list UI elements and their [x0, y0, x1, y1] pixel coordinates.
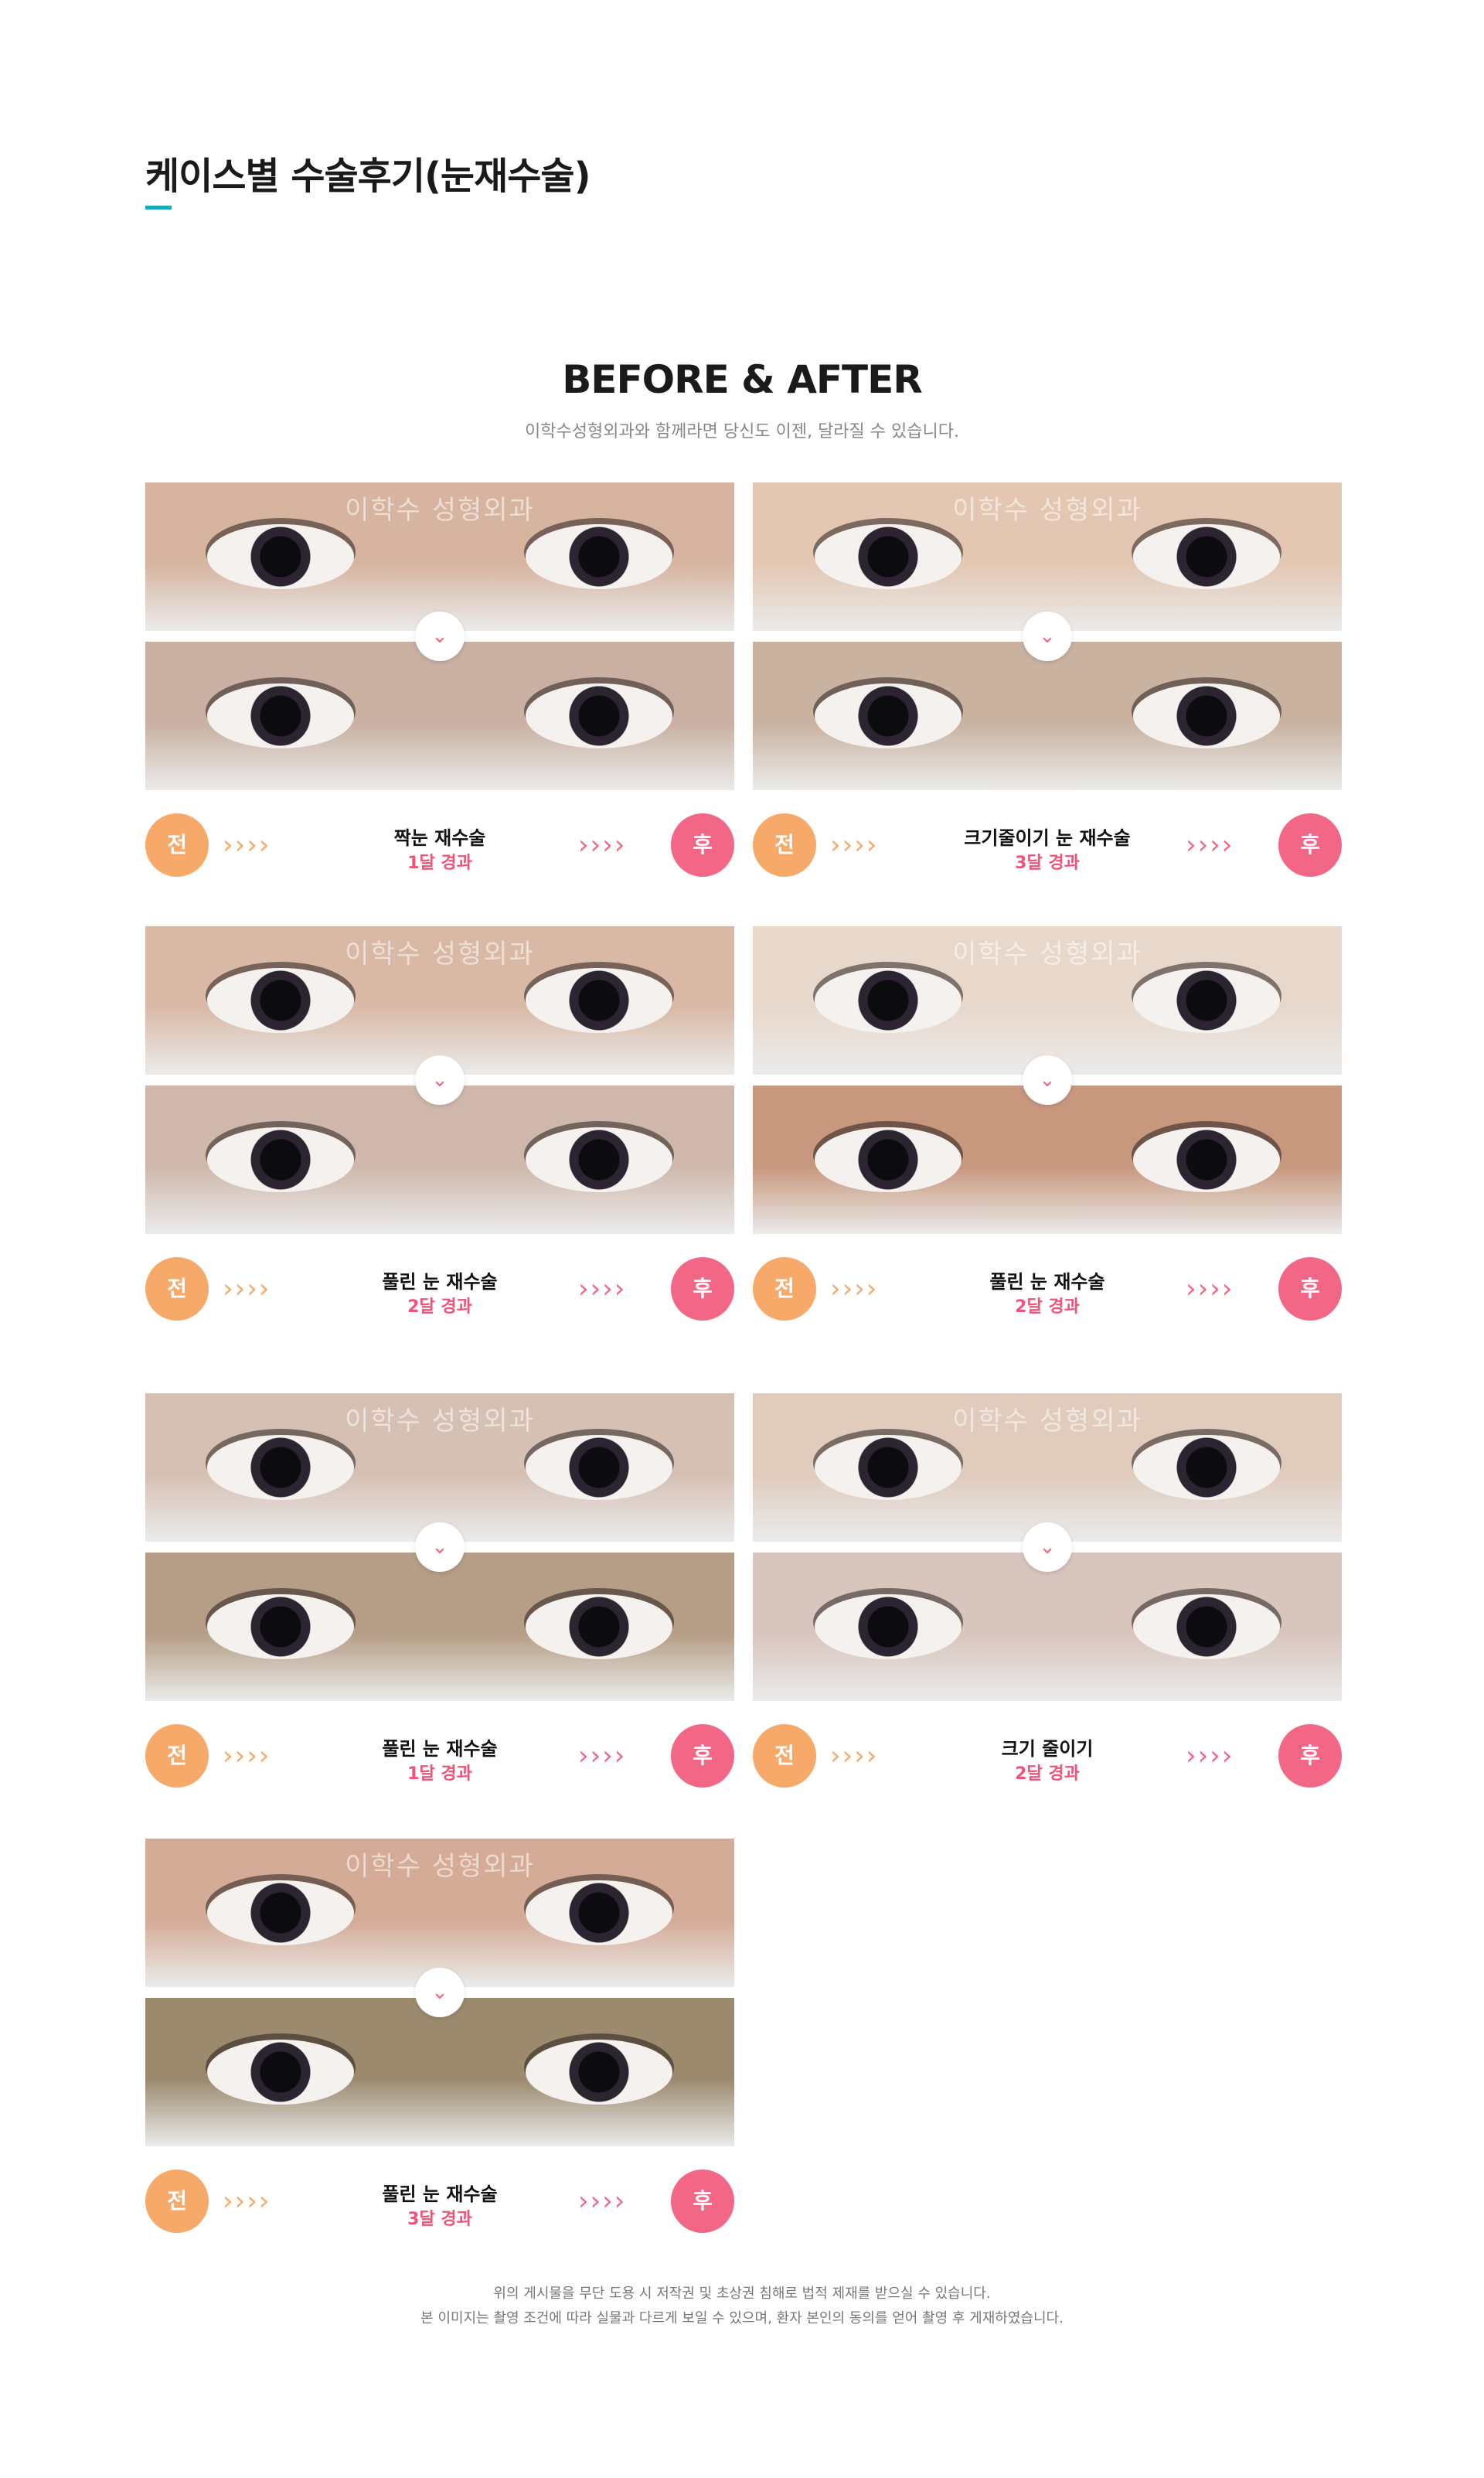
section-heading: BEFORE & AFTER	[562, 357, 923, 402]
right-eye	[526, 1435, 672, 1500]
after-photo	[145, 642, 734, 790]
watermark: 이학수 성형외과	[345, 939, 535, 970]
right-eye	[526, 1880, 672, 1945]
right-eye	[526, 1127, 672, 1192]
right-eye	[526, 683, 672, 748]
after-badge: 후	[1278, 1724, 1342, 1788]
chevron-down-icon: ⌄	[415, 1968, 465, 2017]
case-period: 2달 경과	[1015, 1297, 1080, 1317]
page-title: 케이스별 수술후기(눈재수술)	[145, 155, 591, 198]
case-card: 이학수 성형외과 ⌄ 전 ›››› 풀린 눈 재수술 2달 경과 ›››› 후	[145, 926, 734, 1330]
after-badge: 후	[1278, 1257, 1342, 1321]
right-eye	[526, 1594, 672, 1659]
case-card: 이학수 성형외과 ⌄ 전 ›››› 크기줄이기 눈 재수술 3달 경과 ›››› 후	[753, 482, 1342, 886]
left-eye	[815, 1594, 962, 1659]
left-eye	[207, 683, 354, 748]
watermark: 이학수 성형외과	[952, 1406, 1142, 1437]
right-eye	[1133, 683, 1280, 748]
left-eye	[815, 968, 962, 1033]
chevron-down-icon: ⌄	[415, 612, 465, 661]
chevron-down-icon: ⌄	[1023, 612, 1072, 661]
right-eye	[526, 968, 672, 1033]
case-period: 3달 경과	[1015, 854, 1080, 873]
after-badge: 후	[671, 1724, 734, 1788]
case-card: 이학수 성형외과 ⌄ 전 ›››› 크기 줄이기 2달 경과 ›››› 후	[753, 1393, 1342, 1797]
case-title: 크기 줄이기	[1001, 1738, 1094, 1760]
left-eye	[815, 1127, 962, 1192]
left-eye	[207, 2040, 354, 2105]
watermark: 이학수 성형외과	[345, 1851, 535, 1882]
left-eye	[207, 968, 354, 1033]
right-eye	[526, 2040, 672, 2105]
right-eye	[1133, 1127, 1280, 1192]
left-eye	[815, 1435, 962, 1500]
left-eye	[207, 1880, 354, 1945]
case-title: 짝눈 재수술	[393, 827, 486, 849]
arrow-right-icon: ››››	[1186, 1740, 1234, 1771]
chevron-down-icon: ⌄	[1023, 1522, 1072, 1572]
case-period: 1달 경과	[407, 1764, 472, 1784]
arrow-right-icon: ››››	[578, 2186, 627, 2217]
before-photo: 이학수 성형외과	[145, 482, 734, 631]
photo-disclaimer: 본 이미지는 촬영 조건에 따라 실물과 다르게 보일 수 있으며, 환자 본인…	[420, 2310, 1064, 2326]
case-title: 풀린 눈 재수술	[989, 1271, 1105, 1293]
left-eye	[815, 524, 962, 589]
chevron-down-icon: ⌄	[415, 1522, 465, 1572]
after-photo	[753, 1553, 1342, 1701]
right-eye	[1133, 1435, 1280, 1500]
left-eye	[207, 524, 354, 589]
watermark: 이학수 성형외과	[952, 495, 1142, 526]
after-photo	[145, 1086, 734, 1234]
case-period: 3달 경과	[407, 2210, 472, 2229]
case-title: 풀린 눈 재수술	[382, 2183, 498, 2205]
case-title: 풀린 눈 재수술	[382, 1271, 498, 1293]
before-photo: 이학수 성형외과	[753, 926, 1342, 1075]
after-photo	[145, 1998, 734, 2146]
left-eye	[207, 1594, 354, 1659]
right-eye	[1133, 968, 1280, 1033]
arrow-right-icon: ››››	[1186, 830, 1234, 861]
title-underline	[145, 206, 172, 210]
left-eye	[207, 1127, 354, 1192]
right-eye	[526, 524, 672, 589]
case-period: 2달 경과	[1015, 1764, 1080, 1784]
before-photo: 이학수 성형외과	[145, 1393, 734, 1542]
before-photo: 이학수 성형외과	[145, 1839, 734, 1987]
case-card: 이학수 성형외과 ⌄ 전 ›››› 짝눈 재수술 1달 경과 ›››› 후	[145, 482, 734, 886]
left-eye	[815, 683, 962, 748]
right-eye	[1133, 524, 1280, 589]
left-eye	[207, 1435, 354, 1500]
before-photo: 이학수 성형외과	[145, 926, 734, 1075]
chevron-down-icon: ⌄	[415, 1055, 465, 1105]
arrow-right-icon: ››››	[578, 1273, 627, 1304]
arrow-right-icon: ››››	[578, 1740, 627, 1771]
after-badge: 후	[671, 1257, 734, 1321]
after-badge: 후	[671, 2170, 734, 2233]
after-badge: 후	[671, 813, 734, 877]
before-photo: 이학수 성형외과	[753, 1393, 1342, 1542]
case-title: 풀린 눈 재수술	[382, 1738, 498, 1760]
section-subtitle: 이학수성형외과와 함께라면 당신도 이젠, 달라질 수 있습니다.	[525, 422, 959, 441]
chevron-down-icon: ⌄	[1023, 1055, 1072, 1105]
case-card: 이학수 성형외과 ⌄ 전 ›››› 풀린 눈 재수술 1달 경과 ›››› 후	[145, 1393, 734, 1797]
case-period: 2달 경과	[407, 1297, 472, 1317]
watermark: 이학수 성형외과	[345, 495, 535, 526]
arrow-right-icon: ››››	[578, 830, 627, 861]
after-photo	[753, 1086, 1342, 1234]
arrow-right-icon: ››››	[1186, 1273, 1234, 1304]
before-photo: 이학수 성형외과	[753, 482, 1342, 631]
case-card: 이학수 성형외과 ⌄ 전 ›››› 풀린 눈 재수술 3달 경과 ›››› 후	[145, 1839, 734, 2242]
after-badge: 후	[1278, 813, 1342, 877]
case-title: 크기줄이기 눈 재수술	[964, 827, 1131, 849]
case-period: 1달 경과	[407, 854, 472, 873]
watermark: 이학수 성형외과	[345, 1406, 535, 1437]
after-photo	[753, 642, 1342, 790]
after-photo	[145, 1553, 734, 1701]
case-card: 이학수 성형외과 ⌄ 전 ›››› 풀린 눈 재수술 2달 경과 ›››› 후	[753, 926, 1342, 1330]
copyright-notice: 위의 게시물을 무단 도용 시 저작권 및 초상권 침해로 법적 제재를 받으실…	[493, 2285, 991, 2302]
right-eye	[1133, 1594, 1280, 1659]
watermark: 이학수 성형외과	[952, 939, 1142, 970]
